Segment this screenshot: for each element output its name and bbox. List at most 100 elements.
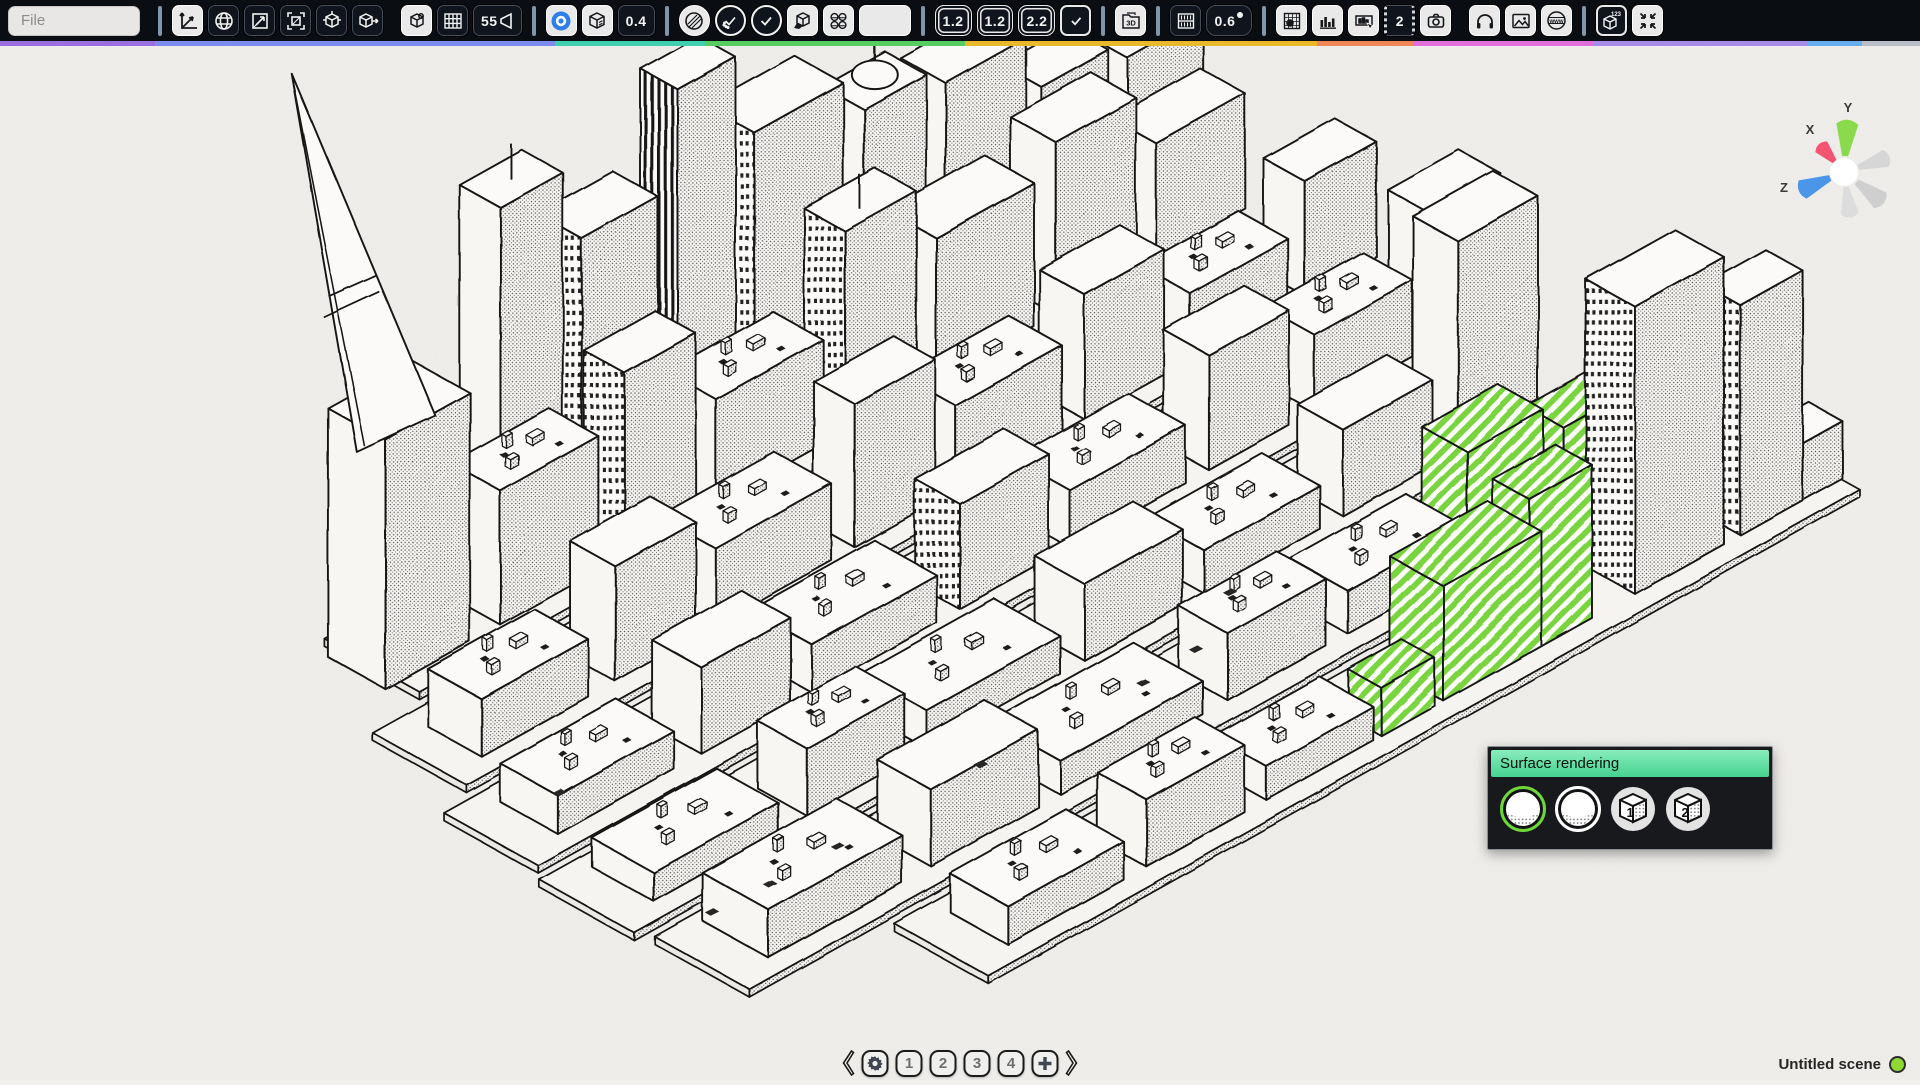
equalizer-button[interactable]: [1312, 5, 1343, 36]
pager-prev-button[interactable]: [841, 1049, 855, 1077]
cube-1-icon: 1: [1610, 786, 1656, 832]
headphones-icon: [1474, 10, 1496, 32]
strip-segment: [155, 41, 555, 46]
image-button[interactable]: [1505, 5, 1536, 36]
cube-123-icon: 123: [1600, 9, 1624, 33]
chart-cursor-icon: [1353, 10, 1375, 32]
scene-status-indicator: [1889, 1056, 1906, 1073]
surface-cube1-option[interactable]: 1: [1610, 786, 1656, 832]
opacity-value-button[interactable]: 0.6: [1206, 5, 1252, 36]
shelf-view-button[interactable]: [1170, 5, 1201, 36]
corner-blob-icon: [1236, 11, 1244, 19]
shaded-sphere-icon: [1555, 786, 1601, 832]
focus-target-button[interactable]: [546, 5, 577, 36]
depth-value: 0.4: [626, 13, 647, 29]
pager-settings-button[interactable]: [862, 1050, 889, 1077]
web-button[interactable]: www: [1541, 5, 1572, 36]
shaded-sphere-icon: [1500, 786, 1546, 832]
dither-check-button[interactable]: [715, 5, 746, 36]
toolbar-divider: [665, 6, 669, 36]
pager-add-button[interactable]: [1032, 1050, 1059, 1077]
axes-tool-button[interactable]: [172, 5, 203, 36]
crop-region-button[interactable]: [280, 5, 311, 36]
gizmo-y-label: Y: [1844, 100, 1853, 115]
gizmo-z-label: Z: [1780, 180, 1788, 195]
camera-button[interactable]: [1420, 5, 1451, 36]
frame-2-value: 2: [1396, 13, 1404, 29]
cube-123-button[interactable]: 123: [1596, 5, 1627, 36]
folder-3d-button[interactable]: 3D: [1115, 5, 1146, 36]
surface-cube2-option[interactable]: 2: [1665, 786, 1711, 832]
viewport-canvas[interactable]: Y X Z Surface rendering: [0, 46, 1920, 1080]
strip-segment: [1862, 41, 1920, 46]
surface-panel-title: Surface rendering: [1491, 750, 1769, 777]
check-icon: [1066, 11, 1086, 31]
scene-name-label: Untitled scene: [1778, 1056, 1881, 1073]
city-drawing: [0, 46, 1920, 1080]
shadow-cube-icon: [791, 10, 813, 32]
www-globe-icon: www: [1545, 9, 1568, 32]
fov-value: 55: [481, 13, 498, 29]
spheres-button[interactable]: [823, 5, 854, 36]
line-weight-1-button[interactable]: 1.2: [935, 5, 972, 36]
pager-page-1-button[interactable]: 1: [896, 1050, 923, 1077]
depth-cube-icon: [586, 10, 608, 32]
pager-page-4-button[interactable]: 4: [998, 1050, 1025, 1077]
scene-pager: 1 2 3 4: [841, 1049, 1080, 1077]
file-menu-button[interactable]: File: [8, 6, 140, 36]
camera-fov-button[interactable]: 55: [473, 5, 522, 36]
cube-arrow-icon: [357, 10, 379, 32]
toolbar-divider: [1101, 6, 1105, 36]
pager-page-2-button[interactable]: 2: [930, 1050, 957, 1077]
surface-sphere-option-selected[interactable]: [1500, 786, 1546, 832]
audio-button[interactable]: [1469, 5, 1500, 36]
fullscreen-button[interactable]: [1632, 5, 1663, 36]
grid-icon: [442, 10, 464, 32]
toolbar-divider: [1156, 6, 1160, 36]
surface-sphere-option[interactable]: [1555, 786, 1601, 832]
strip-segment: [0, 41, 155, 46]
strip-segment: [555, 41, 705, 46]
image-icon: [1510, 10, 1532, 32]
vertex-cube-button[interactable]: [401, 5, 432, 36]
line-weight-2-button[interactable]: 1.2: [977, 5, 1014, 36]
axes-icon: [177, 10, 199, 32]
strip-segment: [965, 41, 1317, 46]
gizmo-center[interactable]: [1830, 158, 1858, 186]
gizmo-z-axis[interactable]: [1795, 169, 1834, 201]
shaded-sphere-button[interactable]: [679, 5, 710, 36]
toolbar-divider: [158, 6, 162, 36]
chart-select-button[interactable]: [1348, 5, 1379, 36]
transform-cube-button[interactable]: [316, 5, 347, 36]
halftone-icon: [1281, 10, 1303, 32]
halftone-button[interactable]: [1276, 5, 1307, 36]
globe-icon: [213, 10, 235, 32]
frame-2-button[interactable]: 2: [1384, 5, 1415, 36]
pager-next-button[interactable]: [1066, 1049, 1080, 1077]
line-weight-2-value: 1.2: [985, 13, 1006, 29]
toolbar-divider: [532, 6, 536, 36]
plus-icon: [1038, 1056, 1053, 1071]
shaded-sphere-icon: [683, 10, 705, 32]
resize-tool-button[interactable]: [244, 5, 275, 36]
gizmo-y-axis[interactable]: [1834, 119, 1858, 157]
extrude-cube-button[interactable]: [352, 5, 383, 36]
axis-gizmo[interactable]: Y X Z: [1762, 96, 1912, 226]
shadow-cube-button[interactable]: [787, 5, 818, 36]
depth-cube-button[interactable]: [582, 5, 613, 36]
cube-arrows-icon: [321, 10, 343, 32]
svg-text:www: www: [1549, 19, 1564, 25]
line-weight-3-button[interactable]: 2.2: [1018, 5, 1055, 36]
toolbar-divider: [1262, 6, 1266, 36]
outline-toggle-checkbox[interactable]: [1060, 5, 1091, 36]
strip-segment: [1413, 41, 1593, 46]
toolbar-divider: [921, 6, 925, 36]
check-circle-button[interactable]: [751, 5, 782, 36]
depth-value-button[interactable]: 0.4: [618, 5, 655, 36]
globe-tool-button[interactable]: [208, 5, 239, 36]
pager-page-3-button[interactable]: 3: [964, 1050, 991, 1077]
color-swatch-button[interactable]: [859, 5, 911, 36]
dither-check-icon: [719, 10, 741, 32]
grid-floor-button[interactable]: [437, 5, 468, 36]
resize-icon: [249, 10, 271, 32]
